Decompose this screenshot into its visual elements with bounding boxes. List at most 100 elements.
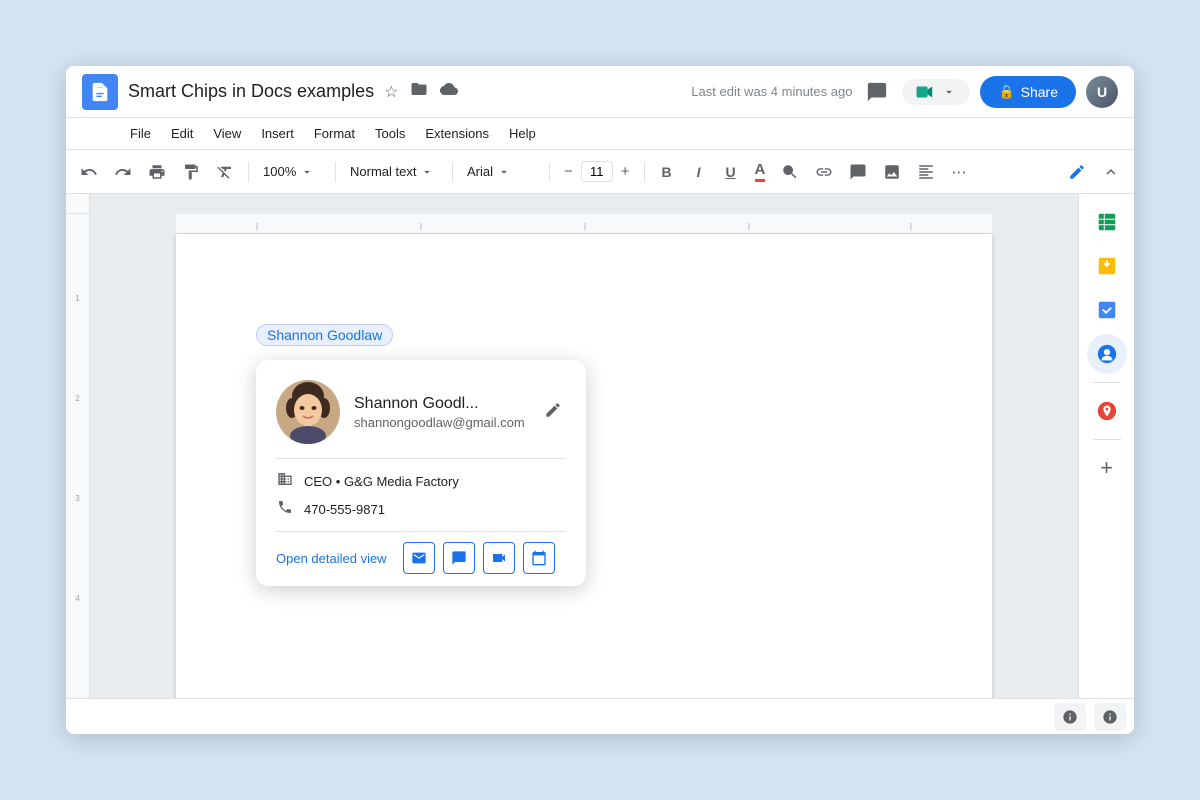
person-job-row: CEO • G&G Media Factory [276,471,566,491]
ruler-tick-4: 4 [66,594,89,603]
bold-button[interactable]: B [653,160,681,184]
toolbar-divider-3 [452,162,453,182]
image-button[interactable] [877,159,907,185]
font-select[interactable]: Arial [461,160,541,183]
ruler-mark-2: | [584,222,586,231]
smart-chip-container: Shannon Goodlaw [256,324,393,346]
person-phone-row: 470-555-9871 [276,499,566,519]
share-label: Share [1021,84,1058,100]
undo-button[interactable] [74,159,104,185]
more-button[interactable]: ⋯ [945,159,972,185]
building-icon [276,471,294,491]
sidebar-divider-2 [1093,439,1121,440]
paint-format-button[interactable] [176,159,206,185]
title-icons: ☆ [382,78,460,105]
person-avatar [276,380,340,444]
link-button[interactable] [809,159,839,185]
expand-button[interactable] [1096,159,1126,185]
person-info: Shannon Goodl... shannongoodlaw@gmail.co… [354,395,526,430]
email-action-button[interactable] [403,542,435,574]
explore-button[interactable] [1054,703,1086,731]
menu-insert[interactable]: Insert [253,122,302,145]
sidebar-maps-button[interactable] [1087,391,1127,431]
menu-tools[interactable]: Tools [367,122,413,145]
share-button[interactable]: 🔒 Share [980,76,1076,108]
video-action-button[interactable] [483,542,515,574]
title-row: Smart Chips in Docs examples ☆ [128,78,681,105]
docs-app-icon [82,74,118,110]
meet-button[interactable] [902,79,970,105]
ruler-mark-0: | [256,222,258,231]
phone-icon [276,499,294,519]
toolbar-divider-4 [549,162,550,182]
person-edit-button[interactable] [540,397,566,428]
user-avatar[interactable]: U [1086,76,1118,108]
align-button[interactable] [911,159,941,185]
open-detail-button[interactable]: Open detailed view [276,547,387,570]
style-select[interactable]: Normal text [344,160,444,183]
ruler-corner [66,194,89,214]
cloud-icon[interactable] [438,78,460,105]
info-button[interactable] [1094,703,1126,731]
highlight-button[interactable] [775,159,805,185]
clear-format-button[interactable] [210,159,240,185]
app-window: Smart Chips in Docs examples ☆ Last edit… [66,66,1134,734]
sidebar-keep-button[interactable] [1087,246,1127,286]
redo-button[interactable] [108,159,138,185]
sidebar-divider-1 [1093,382,1121,383]
italic-button[interactable]: I [685,160,713,184]
comment-button[interactable] [862,77,892,107]
sidebar-tasks-button[interactable] [1087,290,1127,330]
text-color-button[interactable]: A [749,157,772,186]
font-size-increase[interactable]: + [615,159,636,184]
sidebar-contacts-button[interactable] [1087,334,1127,374]
suggest-edits-button[interactable] [1062,159,1092,185]
person-header: Shannon Goodl... shannongoodlaw@gmail.co… [276,380,566,444]
title-area: Smart Chips in Docs examples ☆ [128,78,681,105]
person-card: Shannon Goodl... shannongoodlaw@gmail.co… [256,360,586,586]
smart-chip-shannon[interactable]: Shannon Goodlaw [256,324,393,346]
person-name: Shannon Goodl... [354,395,526,413]
print-button[interactable] [142,159,172,185]
person-phone-text: 470-555-9871 [304,502,385,517]
folder-icon[interactable] [408,78,430,105]
menu-help[interactable]: Help [501,122,544,145]
ruler-left-content: 1 2 3 4 [66,214,89,698]
menu-format[interactable]: Format [306,122,363,145]
toolbar-divider-2 [335,162,336,182]
font-size-input[interactable] [581,161,613,182]
menu-file[interactable]: File [122,122,159,145]
meet-icon [916,85,936,99]
person-details: CEO • G&G Media Factory 470-555-9871 [276,458,566,531]
sidebar-sheets-button[interactable] [1087,202,1127,242]
underline-button[interactable]: U [717,160,745,184]
comment-inline-button[interactable] [843,159,873,185]
person-actions: Open detailed view [276,531,566,586]
right-sidebar: + [1078,194,1134,698]
bottom-bar [66,698,1134,734]
zoom-value: 100% [263,164,296,179]
menu-view[interactable]: View [205,122,249,145]
sidebar-add-button[interactable]: + [1087,448,1127,488]
toolbar-divider-1 [248,162,249,182]
chat-action-button[interactable] [443,542,475,574]
ruler-tick-3: 3 [66,494,89,503]
toolbar-divider-5 [644,162,645,182]
left-ruler: 1 2 3 4 [66,194,90,698]
menu-extensions[interactable]: Extensions [417,122,497,145]
font-size-decrease[interactable]: − [558,159,579,184]
star-icon[interactable]: ☆ [382,80,400,104]
ruler-marks: | | | | | [256,214,912,233]
zoom-select[interactable]: 100% [257,160,327,183]
ruler-mark-1: | [420,222,422,231]
menu-edit[interactable]: Edit [163,122,201,145]
calendar-action-button[interactable] [523,542,555,574]
person-email: shannongoodlaw@gmail.com [354,415,526,430]
ruler-tick-1: 1 [66,294,89,303]
toolbar: 100% Normal text Arial − + B I U A [66,150,1134,194]
doc-scroll[interactable]: | | | | | Shannon Goodlaw [90,194,1078,698]
doc-title: Smart Chips in Docs examples [128,81,374,102]
ruler-top: | | | | | [176,214,992,234]
last-edit-text: Last edit was 4 minutes ago [691,84,852,99]
menu-bar: File Edit View Insert Format Tools Exten… [66,118,1134,150]
